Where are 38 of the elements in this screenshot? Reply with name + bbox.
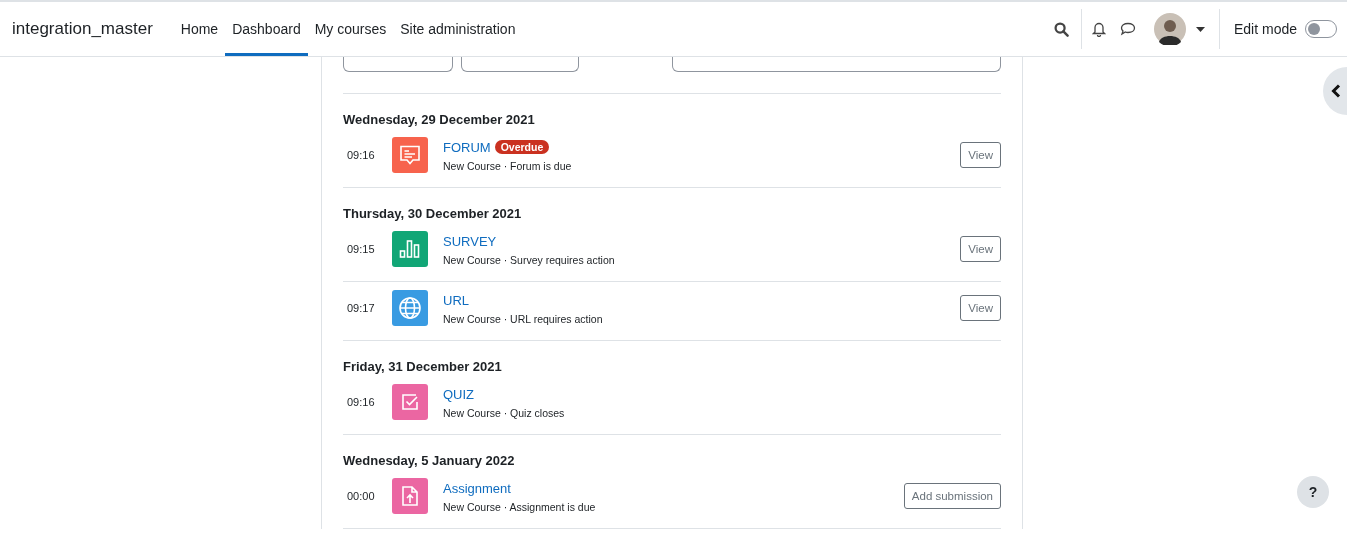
event-description: New Course · URL requires action — [443, 313, 604, 325]
event-description: New Course · Survey requires action — [443, 254, 616, 266]
activity-link[interactable]: SURVEY — [443, 233, 497, 249]
date-heading: Friday, 31 December 2021 — [343, 358, 503, 376]
event-description: New Course · Quiz closes — [443, 407, 566, 419]
bell-icon[interactable] — [1091, 21, 1106, 37]
date-heading: Thursday, 30 December 2021 — [343, 205, 523, 223]
nav-link[interactable]: Home — [173, 2, 226, 56]
caret-icon[interactable] — [1195, 26, 1205, 32]
chat-icon[interactable] — [1119, 22, 1136, 36]
help-button[interactable]: ? — [1297, 476, 1329, 508]
nav-link[interactable]: My courses — [307, 2, 394, 56]
action-button[interactable]: View — [960, 236, 1001, 262]
date-heading: Wednesday, 5 January 2022 — [343, 452, 516, 470]
nav-link[interactable]: Dashboard — [225, 2, 308, 56]
overdue-badge: Overdue — [494, 140, 550, 154]
action-button[interactable]: View — [960, 142, 1001, 168]
avatar-icon[interactable] — [1153, 13, 1186, 45]
edit-mode-toggle[interactable] — [1305, 20, 1337, 38]
event-time: 09:16 — [346, 396, 376, 408]
nav-link[interactable]: Site administration — [393, 2, 523, 56]
event-time: 00:00 — [346, 490, 376, 502]
event-time: 09:17 — [346, 302, 376, 314]
search-icon[interactable] — [1053, 21, 1069, 37]
chevron-left-icon — [1331, 84, 1341, 98]
activity-link[interactable]: FORUM — [443, 139, 491, 155]
edit-mode-label: Edit mode — [1233, 21, 1297, 37]
event-time: 09:15 — [346, 243, 376, 255]
event-description: New Course · Forum is due — [443, 160, 573, 172]
action-button[interactable]: View — [960, 295, 1001, 321]
activity-link[interactable]: Assignment — [443, 480, 511, 496]
date-heading: Wednesday, 29 December 2021 — [343, 111, 536, 129]
activity-link[interactable]: URL — [443, 292, 469, 308]
event-time: 09:16 — [346, 149, 376, 161]
event-description: New Course · Assignment is due — [443, 501, 597, 513]
site-name[interactable]: integration_master — [12, 19, 153, 39]
activity-link[interactable]: QUIZ — [443, 386, 475, 402]
action-button[interactable]: Add submission — [903, 483, 1001, 509]
